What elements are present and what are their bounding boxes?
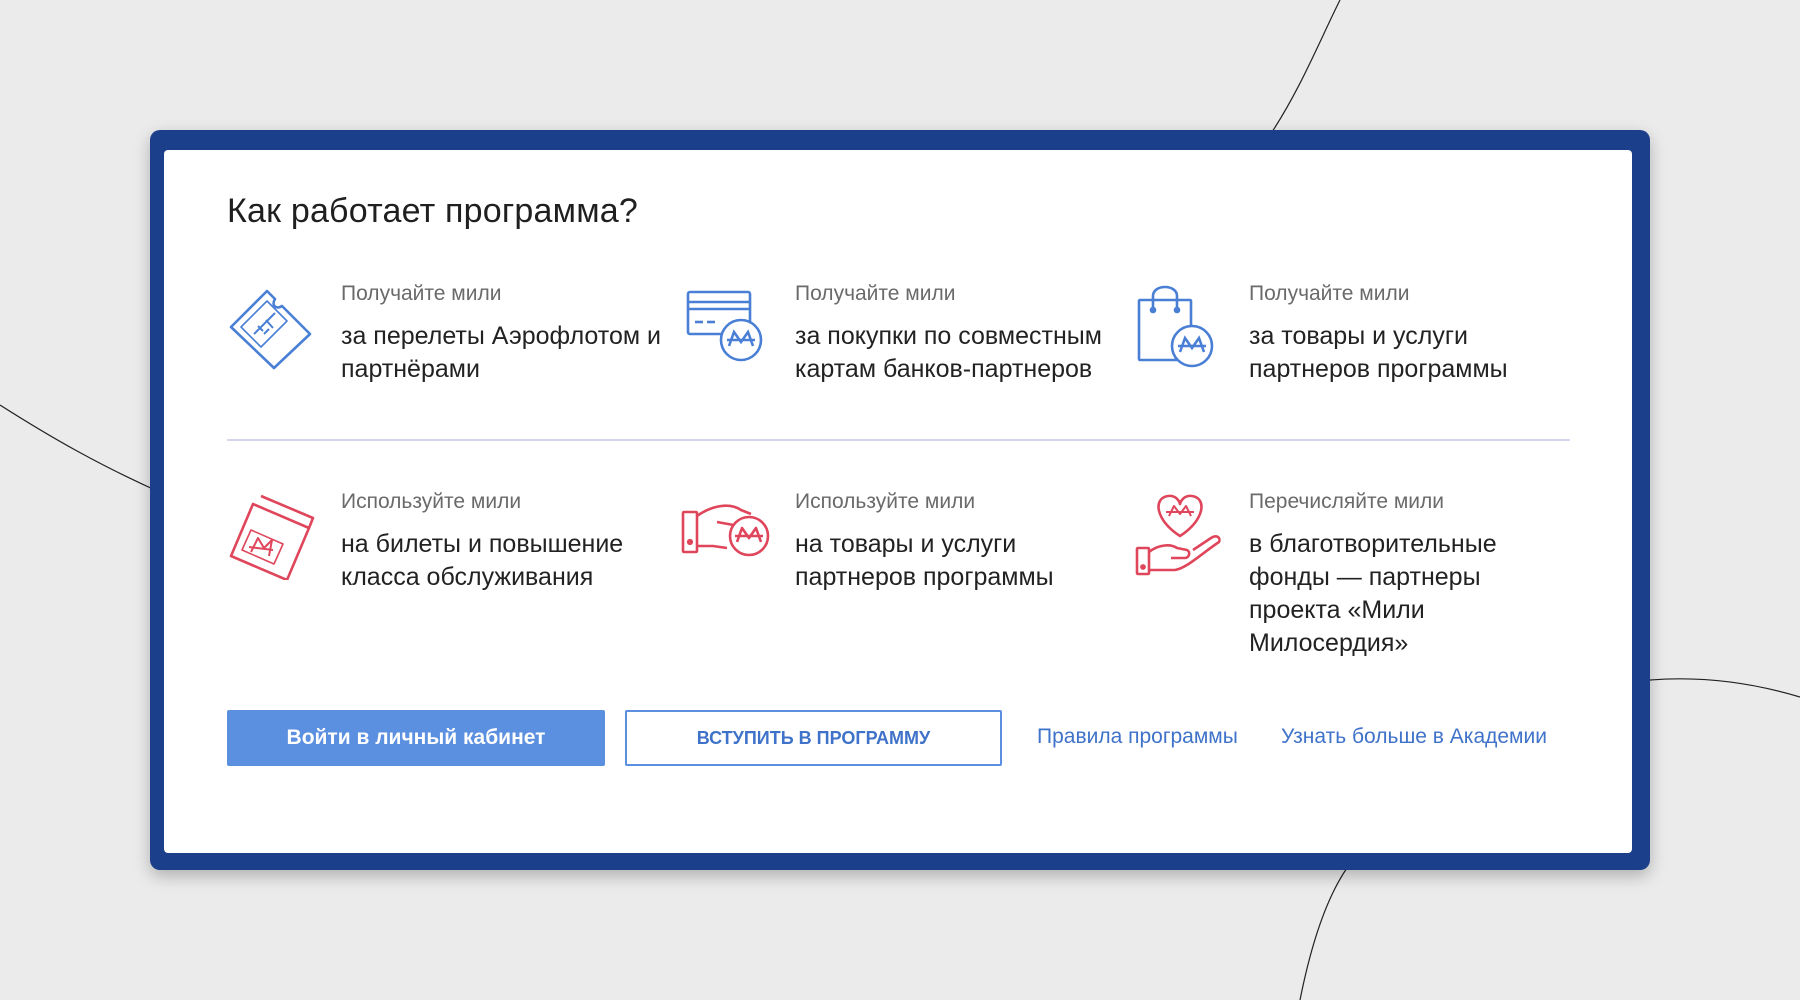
earn-partners-label: Получайте мили [1249,282,1410,305]
earn-flights-item: Получайте мили за перелеты Аэрофлотом и … [227,282,667,482]
earn-cards-text: за покупки по совместным картам банков-п… [795,322,1102,383]
page-title: Как работает программа? [227,192,639,230]
spend-goods-item: Используйте мили на товары и услуги парт… [681,490,1121,690]
spend-tickets-text: на билеты и повышение класса обслуживани… [341,530,624,591]
spend-tickets-label: Используйте мили [341,490,522,513]
tickets-miles-icon [229,494,315,580]
program-card: Как работает программа? Получайте мили з… [164,150,1632,853]
spend-charity-item: Перечисляйте мили в благотворительные фо… [1135,490,1575,690]
program-panel-frame: Как работает программа? Получайте мили з… [150,130,1650,870]
shopping-bag-miles-icon [1137,285,1214,368]
hand-heart-miles-icon [1135,494,1221,576]
spend-goods-text: на товары и услуги партнеров программы [795,530,1054,591]
earn-cards-label: Получайте мили [795,282,956,305]
program-rules-link[interactable]: Правила программы [1037,725,1238,749]
earn-partners-item: Получайте мили за товары и услуги партне… [1135,282,1575,482]
earn-flights-label: Получайте мили [341,282,502,305]
earn-partners-text: за товары и услуги партнеров программы [1249,322,1508,383]
earn-flights-text: за перелеты Аэрофлотом и партнёрами [341,322,661,383]
ticket-plane-icon [229,289,312,370]
section-divider [227,439,1570,441]
spend-goods-label: Используйте мили [795,490,976,513]
join-program-button[interactable]: Вступить в программу [625,710,1002,766]
earn-cards-item: Получайте мили за покупки по совместным … [681,282,1121,482]
hand-coin-miles-icon [681,504,770,557]
login-button[interactable]: Войти в личный кабинет [227,710,605,766]
academy-link[interactable]: Узнать больше в Академии [1281,725,1547,749]
spend-charity-label: Перечисляйте мили [1249,490,1445,513]
spend-tickets-item: Используйте мили на билеты и повышение к… [227,490,667,690]
spend-charity-text: в благотворительные фонды — партнеры про… [1249,530,1497,657]
bank-card-miles-icon [686,290,763,362]
